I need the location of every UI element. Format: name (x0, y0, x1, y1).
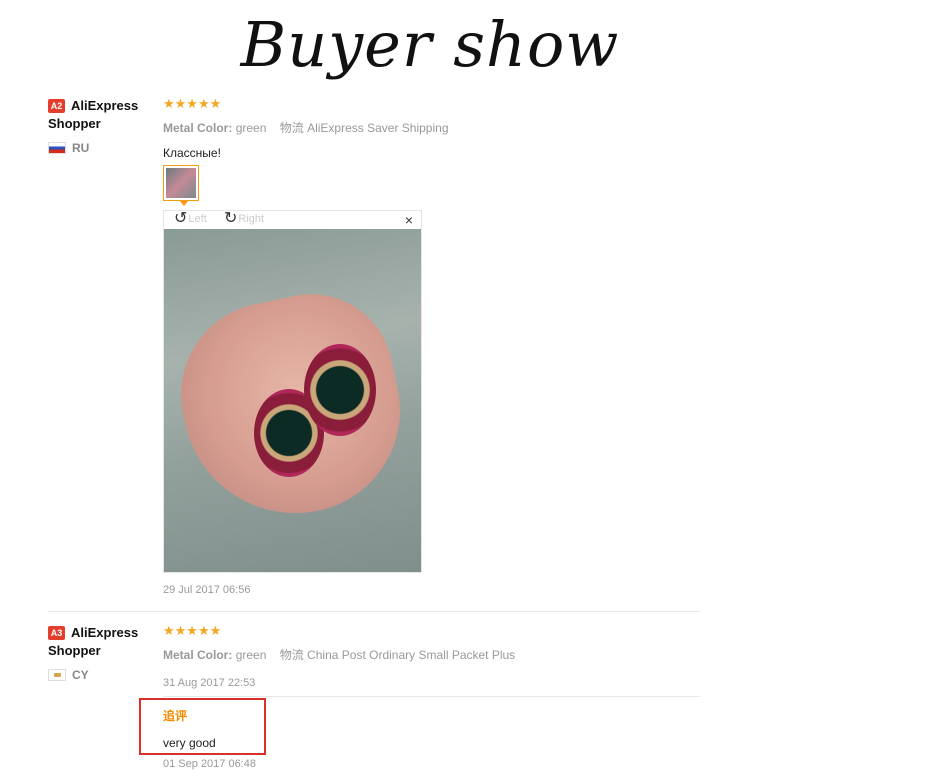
reviewer-info: A2 AliExpress Shopper RU (48, 97, 158, 155)
review-date: 31 Aug 2017 22:53 (163, 677, 256, 689)
append-review: 追评 very good 01 Sep 2017 06:48 (163, 707, 256, 770)
star-rating: ★★★★★ (163, 96, 222, 111)
review-date: 29 Jul 2017 06:56 (163, 584, 251, 596)
shipping-value: China Post Ordinary Small Packet Plus (307, 648, 516, 662)
photo-thumbnail[interactable] (163, 165, 199, 206)
review-content: ★★★★★ Metal Color: green 物流 China Post O… (163, 623, 700, 690)
feedback-text: Классные! (163, 146, 221, 160)
country-code: CY (72, 668, 89, 682)
rotate-right-label: Right (238, 213, 265, 225)
photo-earring (304, 344, 376, 436)
reviewer-country: RU (48, 141, 158, 155)
shipping-label: 物流 (279, 121, 304, 135)
rotate-left-label: Left (188, 213, 207, 225)
reviewer-info: A3 AliExpress Shopper CY (48, 624, 158, 682)
viewer-toolbar: ↺ Left ↻ Right × (164, 211, 421, 229)
rotate-left-button[interactable]: ↺ Left (174, 211, 207, 227)
rotate-right-button[interactable]: ↻ Right (224, 211, 264, 227)
country-code: RU (72, 141, 90, 155)
shipping-value: AliExpress Saver Shipping (307, 121, 449, 135)
append-date: 01 Sep 2017 06:48 (163, 758, 256, 770)
star-rating: ★★★★★ (163, 623, 222, 638)
flag-ru-icon (48, 142, 66, 154)
append-title: 追评 (163, 709, 188, 723)
review-content: ★★★★★ Metal Color: green 物流 AliExpress S… (163, 96, 700, 596)
reviewer-country: CY (48, 668, 158, 682)
shipping-label: 物流 (279, 648, 304, 662)
review-meta: Metal Color: green 物流 AliExpress Saver S… (163, 119, 700, 136)
attr-label: Metal Color: (163, 648, 233, 662)
attr-label: Metal Color: (163, 121, 233, 135)
close-icon[interactable]: × (405, 212, 413, 228)
append-text: very good (163, 736, 216, 750)
level-badge: A2 (48, 98, 65, 113)
review-divider (48, 611, 700, 612)
level-badge: A3 (48, 625, 65, 640)
flag-cy-icon (48, 669, 66, 681)
photo-viewer: ↺ Left ↻ Right × (163, 210, 422, 573)
rotate-left-icon: ↺ (174, 210, 188, 227)
append-divider (163, 696, 700, 697)
review-meta: Metal Color: green 物流 China Post Ordinar… (163, 646, 700, 663)
reviewer-name-block: A3 AliExpress Shopper (48, 624, 158, 660)
attr-value: green (235, 648, 267, 662)
attr-value: green (235, 121, 267, 135)
thumbnail-image (166, 168, 196, 198)
thumbnail-pointer (179, 200, 189, 206)
review-photo (164, 229, 421, 572)
banner-title: Buyer show (240, 8, 620, 81)
reviewer-name-block: A2 AliExpress Shopper (48, 97, 158, 133)
rotate-right-icon: ↻ (224, 210, 238, 227)
